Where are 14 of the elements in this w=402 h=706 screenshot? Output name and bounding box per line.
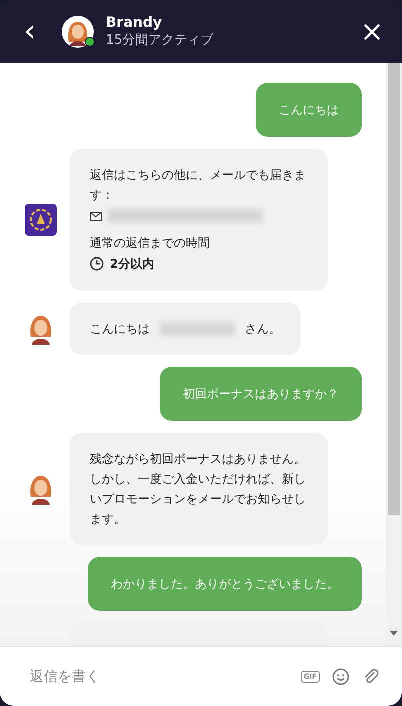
- contact-name: Brandy: [106, 14, 164, 30]
- sent-message: こんにちは: [256, 83, 362, 137]
- greeting-text: こんにちは: [90, 321, 150, 338]
- greeting-suffix: さん。: [245, 321, 281, 338]
- close-button[interactable]: ×: [356, 18, 388, 46]
- activity-status: 15分間アクティブ: [106, 32, 214, 48]
- reply-time-label: 通常の返信までの時間: [90, 235, 211, 252]
- reply-time: 2分以内: [110, 256, 154, 273]
- received-message: 残念ながら初回ボーナスはありません。しかし、一度ご入金いただければ、新しいプロモーションをメールでお知らせします。: [70, 433, 328, 545]
- reply-input[interactable]: 返信を書く: [28, 668, 289, 686]
- back-button[interactable]: ‹: [20, 16, 40, 46]
- info-text: 返信はこちらの他に、メールでも届きます：: [90, 167, 307, 204]
- sent-message: 初回ボーナスはありますか？: [160, 367, 362, 421]
- sent-message: わかりました。ありがとうございました。: [88, 557, 362, 611]
